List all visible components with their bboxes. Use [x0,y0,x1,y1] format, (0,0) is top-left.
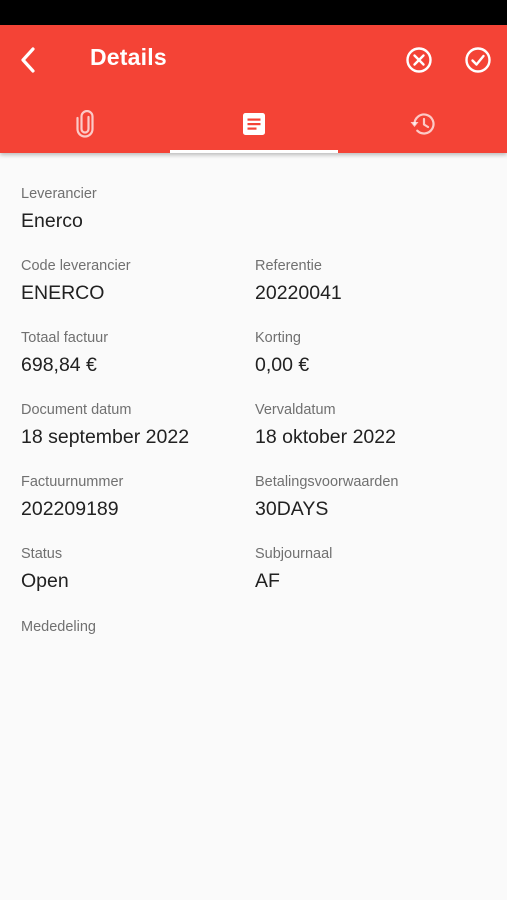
field-referentie: Referentie 20220041 [255,257,342,305]
field-label: Factuurnummer [21,474,124,490]
field-label: Status [21,546,63,562]
document-icon [242,113,265,135]
field-label: Betalingsvoorwaarden [255,474,399,490]
field-leverancier: Leverancier Enerco [21,185,97,233]
page-title: Details [90,44,167,70]
field-label: Document datum [21,402,132,418]
status-bar [0,0,507,25]
field-subjournaal: Subjournaal AF [255,545,332,593]
field-totaal-factuur: Totaal factuur 698,84 € [21,329,108,377]
field-status: Status Open [21,545,69,593]
details-content: Leverancier Enerco Code leverancier ENER… [0,153,507,900]
tab-history[interactable] [338,95,507,153]
field-code-leverancier: Code leverancier ENERCO [21,257,131,305]
field-label: Subjournaal [255,546,333,562]
field-vervaldatum: Vervaldatum 18 oktober 2022 [255,401,396,449]
field-value: 18 oktober 2022 [255,426,396,448]
field-korting: Korting 0,00 € [255,329,309,377]
confirm-button[interactable] [460,42,496,78]
app-bar: Details [0,25,507,153]
field-document-datum: Document datum 18 september 2022 [21,401,189,449]
field-value: 0,00 € [255,354,310,376]
check-circle-icon [465,47,491,73]
field-value: 18 september 2022 [21,426,190,448]
field-factuurnummer: Factuurnummer 202209189 [21,473,123,521]
tab-bar [0,95,507,153]
field-label: Referentie [255,258,322,274]
tab-attachments[interactable] [0,95,169,153]
field-mededeling: Mededeling [21,618,96,642]
field-value: 20220041 [255,282,342,304]
field-value: ENERCO [21,282,105,304]
field-label: Totaal factuur [21,330,109,346]
tab-details[interactable] [169,95,338,153]
field-label: Vervaldatum [255,402,336,418]
cancel-button[interactable] [401,42,437,78]
field-value: Open [21,570,69,592]
field-value: 30DAYS [255,498,329,520]
field-value: AF [255,570,280,592]
field-label: Leverancier [21,186,97,202]
field-label: Mededeling [21,619,96,635]
field-value: 202209189 [21,498,119,520]
paperclip-icon [75,110,94,138]
field-value: 698,84 € [21,354,97,376]
field-label: Korting [255,330,301,346]
field-value: Enerco [21,210,83,232]
close-circle-icon [406,47,432,73]
toolbar: Details [0,25,507,95]
field-betalingsvoorwaarden: Betalingsvoorwaarden 30DAYS [255,473,398,521]
chevron-left-icon [21,47,35,73]
back-button[interactable] [10,40,48,80]
history-icon [410,113,435,135]
field-label: Code leverancier [21,258,131,274]
